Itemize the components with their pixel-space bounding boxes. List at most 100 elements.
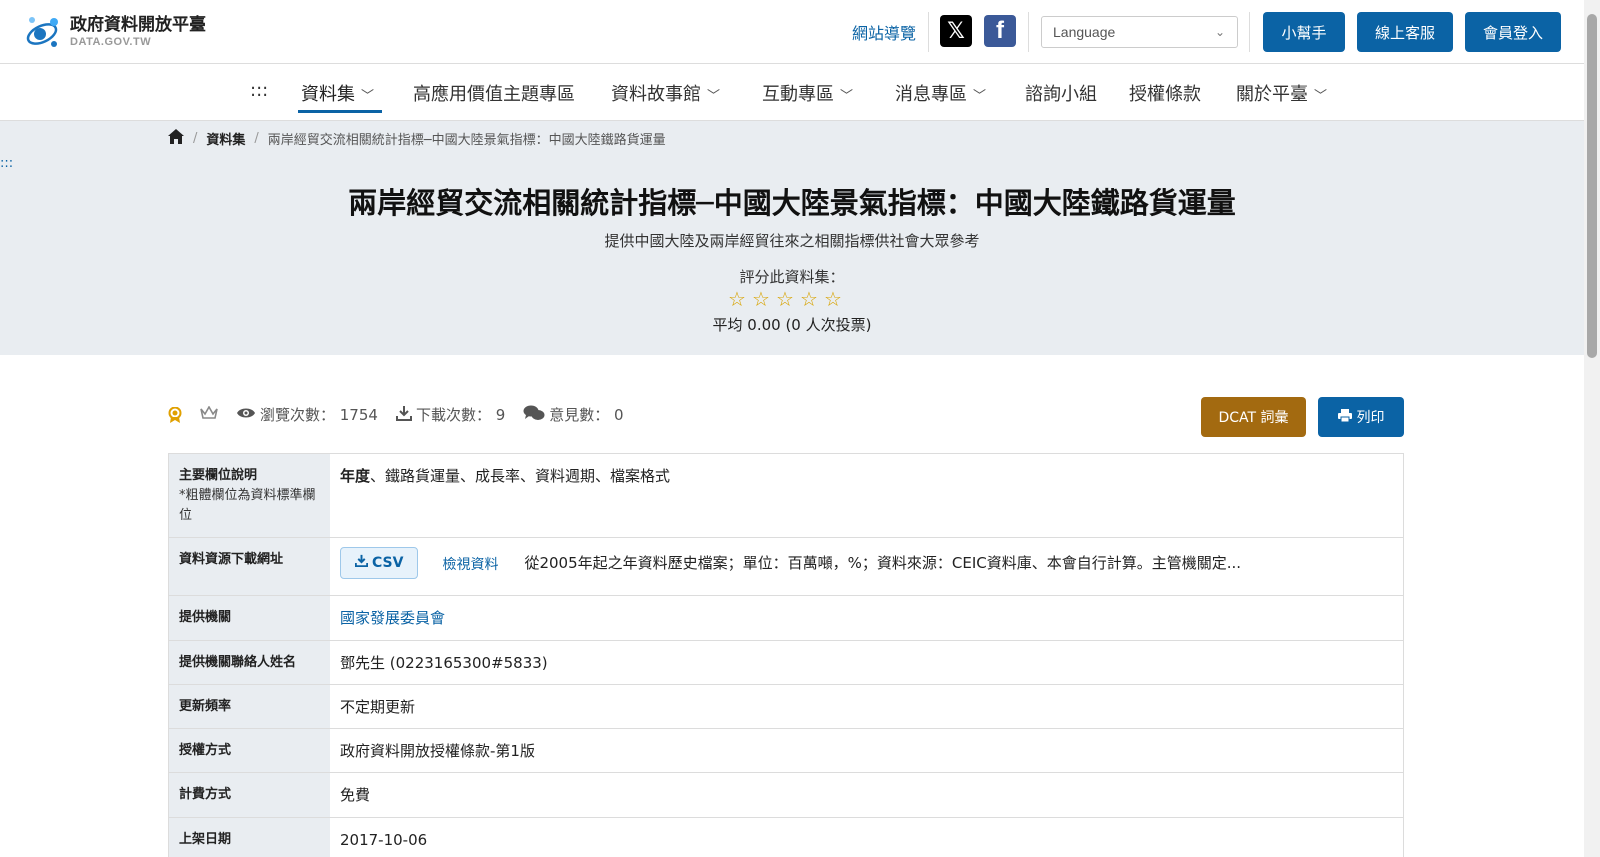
table-row: 授權方式 政府資料開放授權條款-第1版 [169,729,1403,773]
table-row: 計費方式 免費 [169,773,1403,818]
main-fields-bold: 年度 [340,467,371,485]
chevron-down-icon: ﹀ [707,89,721,104]
logo-icon [24,12,64,52]
scrollbar-thumb[interactable] [1587,14,1597,358]
main-fields-note: *粗體欄位為資料標準欄位 [179,488,316,523]
csv-label: CSV [372,555,404,571]
nav-item-stories[interactable]: 資料故事館 ﹀ [611,80,720,106]
page-subtitle: 提供中國大陸及兩岸經貿往來之相關指標供社會大眾參考 [604,232,980,250]
rating-label: 評分此資料集： [739,268,845,286]
nav-item-datasets[interactable]: 資料集 ﹀ [301,80,374,106]
resource-key: 資料資源下載網址 [169,538,330,595]
contact-value: 鄧先生 (0223165300#5833) [340,654,548,672]
star-icon[interactable]: ☆ [821,288,845,310]
helper-button[interactable]: 小幫手 [1263,12,1345,52]
view-data-link[interactable]: 檢視資料 [442,555,498,575]
comments-count: 意見數： 0 [549,406,624,424]
fee-value: 免費 [340,786,371,804]
downloads-count: 下載次數： 9 [415,406,506,424]
skip-anchor[interactable]: ::: [0,156,13,171]
chevron-down-icon: ﹀ [361,89,375,104]
award-badge-icon [168,406,184,423]
date-value: 2017-10-06 [340,831,428,849]
csv-download-button[interactable]: CSV [340,547,419,579]
breadcrumb-separator: / [193,131,198,146]
nav-item-news[interactable]: 消息專區 ﹀ [895,80,986,106]
print-button[interactable]: 列印 [1318,397,1404,437]
nav-item-high-value[interactable]: 高應用價值主題專區 [413,80,575,106]
facebook-icon[interactable]: f [984,15,1016,47]
chevron-down-icon: ⌄ [1214,25,1225,39]
provider-link[interactable]: 國家發展委員會 [330,596,1403,640]
table-row: 更新頻率 不定期更新 [169,685,1403,729]
star-icon[interactable]: ☆ [797,288,821,310]
nav-label: 消息專區 [895,84,967,105]
breadcrumb-current: 兩岸經貿交流相關統計指標─中國大陸景氣指標：中國大陸鐵路貨運量 [267,133,666,148]
site-header: 政府資料開放平臺 DATA.GOV.TW 網站導覽 𝕏 f Language ⌄… [0,0,1584,64]
nav-label: 互動專區 [762,84,834,105]
license-value: 政府資料開放授權條款-第1版 [340,742,535,760]
active-tab-indicator [298,110,382,113]
dataset-info-table: 主要欄位說明 *粗體欄位為資料標準欄位 年度、鐵路貨運量、成長率、資料週期、檔案… [168,453,1404,857]
license-key: 授權方式 [169,729,330,772]
main-fields-key: 主要欄位說明 [179,468,258,483]
language-select[interactable]: Language ⌄ [1041,16,1238,48]
downloads-stat: 下載次數： 9 [395,404,506,425]
nav-label: 諮詢小組 [1025,84,1097,105]
table-row: 資料資源下載網址 CSV 檢視資料 從2005年起之年資料歷史檔案；單位：百萬噸… [169,538,1403,596]
site-map-link[interactable]: 網站導覽 [852,20,916,44]
views-count: 瀏覽次數： 1754 [260,406,378,424]
nav-item-interactive[interactable]: 互動專區 ﹀ [762,80,853,106]
x-twitter-icon[interactable]: 𝕏 [940,15,972,47]
eye-icon [236,406,256,424]
views-stat: 瀏覽次數： 1754 [236,404,378,425]
nav-label: 關於平臺 [1236,84,1308,105]
dcat-vocabulary-button[interactable]: DCAT 詞彙 [1201,397,1306,437]
table-row: 上架日期 2017-10-06 [169,818,1403,857]
logo-subtitle: DATA.GOV.TW [70,36,152,48]
nav-item-about[interactable]: 關於平臺 ﹀ [1236,80,1327,106]
print-icon [1337,408,1352,426]
chevron-down-icon: ﹀ [1314,89,1328,104]
site-logo[interactable]: 政府資料開放平臺 DATA.GOV.TW [24,12,206,52]
breadcrumb: / 資料集 / 兩岸經貿交流相關統計指標─中國大陸景氣指標：中國大陸鐵路貨運量 [168,129,666,148]
resource-description: 從2005年起之年資料歷史檔案；單位：百萬噸，%；資料來源：CEIC資料庫、本會… [524,554,1242,572]
breadcrumb-datasets[interactable]: 資料集 [206,129,245,148]
provider-key: 提供機關 [169,596,330,640]
download-icon [354,553,369,573]
logo-title: 政府資料開放平臺 [70,15,206,35]
table-row: 提供機關 國家發展委員會 [169,596,1403,641]
fee-key: 計費方式 [169,773,330,817]
contact-key: 提供機關聯絡人姓名 [169,641,330,684]
divider [1028,12,1029,52]
language-select-value: Language [1053,24,1116,40]
online-support-button[interactable]: 線上客服 [1357,12,1453,52]
star-icon[interactable]: ☆ [749,288,773,310]
row-key: 主要欄位說明 *粗體欄位為資料標準欄位 [169,454,330,537]
star-icon[interactable]: ☆ [773,288,797,310]
page-title: 兩岸經貿交流相關統計指標─中國大陸景氣指標：中國大陸鐵路貨運量 [348,186,1236,220]
frequency-value: 不定期更新 [340,698,416,716]
nav-label: 資料集 [301,84,355,105]
chevron-down-icon: ﹀ [973,89,987,104]
chevron-down-icon: ﹀ [840,89,854,104]
nav-item-license[interactable]: 授權條款 [1129,80,1201,106]
divider [928,12,929,52]
crown-icon [200,404,218,424]
nav-label: 授權條款 [1129,84,1201,105]
breadcrumb-separator: / [254,131,259,146]
nav-label: 高應用價值主題專區 [413,84,575,105]
rating-average: 平均 0.00 (0 人次投票) [712,316,872,334]
rating-stars: ☆ ☆ ☆ ☆ ☆ [725,288,845,310]
date-key: 上架日期 [169,818,330,857]
download-icon [395,405,412,425]
row-value: CSV 檢視資料 從2005年起之年資料歷史檔案；單位：百萬噸，%；資料來源：C… [330,538,1403,595]
nav-item-advisory[interactable]: 諮詢小組 [1025,80,1097,106]
nav-menu-glyph[interactable]: ::: [250,80,268,101]
comments-stat: 意見數： 0 [523,404,624,425]
member-login-button[interactable]: 會員登入 [1465,12,1561,52]
comments-icon [523,405,545,425]
print-label: 列印 [1356,410,1385,426]
star-icon[interactable]: ☆ [725,288,749,310]
home-icon[interactable] [168,129,184,148]
